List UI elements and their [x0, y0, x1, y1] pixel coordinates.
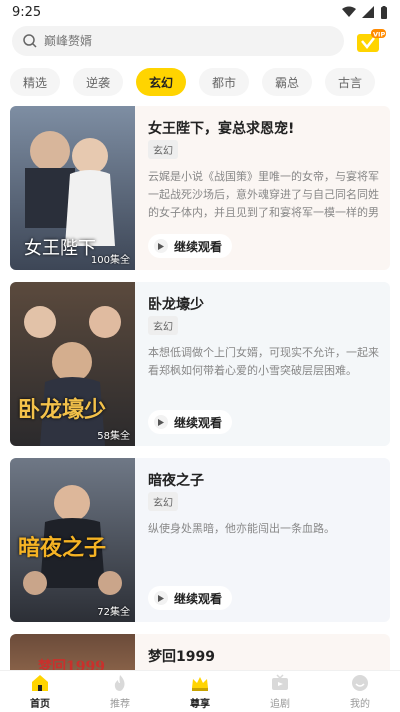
- drama-description: 本想低调做个上门女婿，可现实不允许，一起来看郑枫如何带着心爱的小雪突破层层困难。: [148, 346, 379, 377]
- drama-title[interactable]: 女王陛下，宴总求恩宠!: [148, 118, 294, 138]
- poster-title-text: 女王陛下: [24, 238, 96, 259]
- nav-profile[interactable]: 我的: [330, 673, 390, 710]
- continue-watching-button[interactable]: 继续观看: [148, 410, 233, 434]
- drama-description: 纵使身处黑暗，他亦能闯出一条血路。: [148, 522, 335, 535]
- search-box[interactable]: [12, 26, 344, 56]
- bottom-nav: 首页 推荐 尊享 追剧 我的: [0, 670, 400, 712]
- nav-label: 首页: [30, 699, 50, 710]
- drama-card[interactable]: 暗夜之子 72集全 暗夜之子 玄幻 纵使身处黑暗，他亦能闯出一条血路。 继续观看: [10, 458, 390, 622]
- tab-urban[interactable]: 都市: [199, 68, 249, 96]
- svg-text:VIP: VIP: [373, 31, 385, 39]
- tv-icon: [272, 674, 288, 690]
- smile-icon: [352, 675, 368, 691]
- wifi-icon: [342, 6, 356, 17]
- drama-title[interactable]: 梦回1999: [148, 646, 215, 666]
- crown-icon: [192, 677, 208, 691]
- status-time: 9:25: [12, 4, 42, 20]
- signal-icon: [362, 6, 374, 18]
- continue-watching-button[interactable]: 继续观看: [148, 586, 233, 610]
- genre-tag: 玄幻: [148, 316, 178, 335]
- poster-title-text: 卧龙壕少: [18, 397, 107, 423]
- tab-ceo[interactable]: 霸总: [262, 68, 312, 96]
- genre-tag: 玄幻: [148, 140, 178, 159]
- nav-recommend[interactable]: 推荐: [90, 673, 150, 710]
- nav-label: 追剧: [270, 699, 290, 710]
- search-input[interactable]: [44, 34, 324, 48]
- drama-poster[interactable]: 女王陛下 100集全: [10, 106, 135, 270]
- home-icon: [32, 675, 48, 691]
- continue-label: 继续观看: [174, 239, 223, 254]
- drama-title[interactable]: 卧龙壕少: [148, 294, 204, 314]
- nav-follow[interactable]: 追剧: [250, 673, 310, 710]
- nav-label: 尊享: [190, 699, 210, 710]
- play-icon: [154, 415, 168, 429]
- drama-card[interactable]: 女王陛下 100集全 女王陛下，宴总求恩宠! 玄幻 云娓是小说《战国策》里唯一的…: [10, 106, 390, 270]
- tab-ancient[interactable]: 古言: [325, 68, 375, 96]
- flame-icon: [114, 675, 125, 691]
- play-icon: [154, 239, 168, 253]
- nav-label: 我的: [350, 699, 370, 710]
- status-bar: 9:25: [0, 0, 400, 24]
- tab-comeback[interactable]: 逆袭: [73, 68, 123, 96]
- status-icons: [342, 5, 388, 19]
- nav-home[interactable]: 首页: [10, 673, 70, 710]
- continue-watching-button[interactable]: 继续观看: [148, 234, 233, 258]
- drama-description: 云娓是小说《战国策》里唯一的女帝，与宴将军一起战死沙场后，意外魂穿进了与自己同名…: [148, 170, 379, 219]
- drama-card[interactable]: 卧龙壕少 58集全 卧龙壕少 玄幻 本想低调做个上门女婿，可现实不允许，一起来看…: [10, 282, 390, 446]
- play-icon: [154, 591, 168, 605]
- genre-tag: 玄幻: [148, 492, 178, 511]
- search-row: VIP: [0, 26, 400, 56]
- nav-label: 推荐: [110, 699, 130, 710]
- drama-title[interactable]: 暗夜之子: [148, 470, 204, 490]
- tab-featured[interactable]: 精选: [10, 68, 60, 96]
- episode-count: 72集全: [97, 607, 130, 618]
- nav-premium[interactable]: 尊享: [170, 673, 230, 710]
- continue-label: 继续观看: [174, 415, 223, 430]
- tab-fantasy[interactable]: 玄幻: [136, 68, 186, 96]
- battery-icon: [381, 5, 387, 19]
- poster-title-text: 暗夜之子: [18, 535, 107, 561]
- category-tabs: 精选 逆袭 玄幻 都市 霸总 古言: [0, 68, 400, 96]
- drama-poster[interactable]: 卧龙壕少 58集全: [10, 282, 135, 446]
- continue-label: 继续观看: [174, 591, 223, 606]
- vip-icon[interactable]: VIP: [355, 28, 387, 54]
- search-icon: [23, 34, 37, 48]
- episode-count: 100集全: [90, 255, 130, 266]
- episode-count: 58集全: [97, 431, 130, 442]
- drama-poster[interactable]: 暗夜之子 72集全: [10, 458, 135, 622]
- drama-list: 女王陛下 100集全 女王陛下，宴总求恩宠! 玄幻 云娓是小说《战国策》里唯一的…: [10, 106, 390, 712]
